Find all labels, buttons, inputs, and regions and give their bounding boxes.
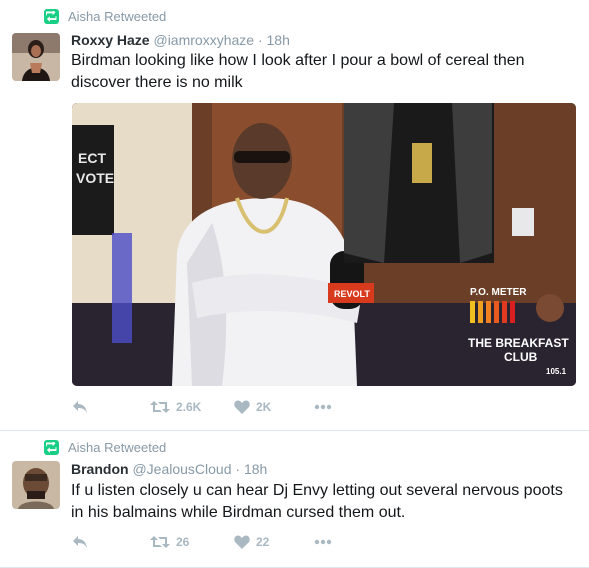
tweet-text-line: in his balmains while Birdman cursed the… xyxy=(71,504,406,521)
more-button[interactable] xyxy=(314,404,332,410)
vote-sign-text: ECT xyxy=(78,150,106,166)
retweet-count: 2.6K xyxy=(176,400,202,414)
separator: · xyxy=(257,32,263,48)
tweet-media-photo[interactable]: ECT VOTE REVOLT P.O. METER THE BREAKFAST… xyxy=(72,103,576,386)
mic-flag-text: REVOLT xyxy=(334,289,370,299)
retweet-badge-icon xyxy=(44,440,59,455)
retweet-context: Aisha Retweeted xyxy=(44,440,166,455)
reply-icon xyxy=(73,536,87,548)
show-logo-line1: THE BREAKFAST xyxy=(468,336,569,350)
tweet-text-line: Birdman looking like how I look after I … xyxy=(71,52,525,69)
tweet-text: Birdman looking like how I look after I … xyxy=(71,50,571,94)
tweet-header: Brandon @JealousCloud · 18h xyxy=(71,461,267,477)
tweet-text-line: discover there is no milk xyxy=(71,74,243,91)
tweet-text-line: If u listen closely u can hear Dj Envy l… xyxy=(71,482,563,499)
user-handle[interactable]: @JealousCloud xyxy=(132,461,231,477)
tweet-header: Roxxy Haze @iamroxxyhaze · 18h xyxy=(71,32,290,48)
timestamp[interactable]: 18h xyxy=(267,32,290,48)
retweet-context: Aisha Retweeted xyxy=(44,9,166,24)
avatar[interactable] xyxy=(12,33,60,81)
like-button[interactable]: 2K xyxy=(234,400,314,414)
heart-icon xyxy=(234,535,250,549)
like-button[interactable]: 22 xyxy=(234,535,314,549)
display-name[interactable]: Brandon xyxy=(71,461,129,477)
show-logo-line2: CLUB xyxy=(504,350,538,364)
svg-text:VOTE: VOTE xyxy=(76,170,114,186)
more-dots-icon xyxy=(314,539,332,545)
separator: · xyxy=(235,461,241,477)
retweet-icon xyxy=(150,401,170,413)
user-handle[interactable]: @iamroxxyhaze xyxy=(153,32,254,48)
reply-button[interactable] xyxy=(72,400,150,414)
retweet-badge-icon xyxy=(44,9,59,24)
heart-icon xyxy=(234,400,250,414)
retweeted-by: Aisha Retweeted xyxy=(68,9,167,24)
reply-button[interactable] xyxy=(72,535,150,549)
timestamp[interactable]: 18h xyxy=(244,461,267,477)
avatar[interactable] xyxy=(12,461,60,509)
tweet[interactable]: Aisha Retweeted Brandon @JealousCloud · … xyxy=(0,431,589,568)
like-count: 2K xyxy=(256,400,272,414)
display-name[interactable]: Roxxy Haze xyxy=(71,32,150,48)
meter-label: P.O. METER xyxy=(470,287,527,298)
more-dots-icon xyxy=(314,404,332,410)
retweet-icon xyxy=(150,536,170,548)
retweeted-by: Aisha Retweeted xyxy=(68,440,167,455)
retweet-button[interactable]: 2.6K xyxy=(150,400,234,414)
tweet-actions: 2.6K 2K xyxy=(72,400,332,414)
tweet[interactable]: Aisha Retweeted Roxxy Haze @iamroxxyhaze… xyxy=(0,0,589,431)
like-count: 22 xyxy=(256,535,270,549)
more-button[interactable] xyxy=(314,539,332,545)
reply-icon xyxy=(73,401,87,413)
tweet-actions: 26 22 xyxy=(72,535,332,549)
station-label: 105.1 xyxy=(546,367,567,376)
retweet-count: 26 xyxy=(176,535,190,549)
tweet-text: If u listen closely u can hear Dj Envy l… xyxy=(71,480,571,524)
retweet-button[interactable]: 26 xyxy=(150,535,234,549)
